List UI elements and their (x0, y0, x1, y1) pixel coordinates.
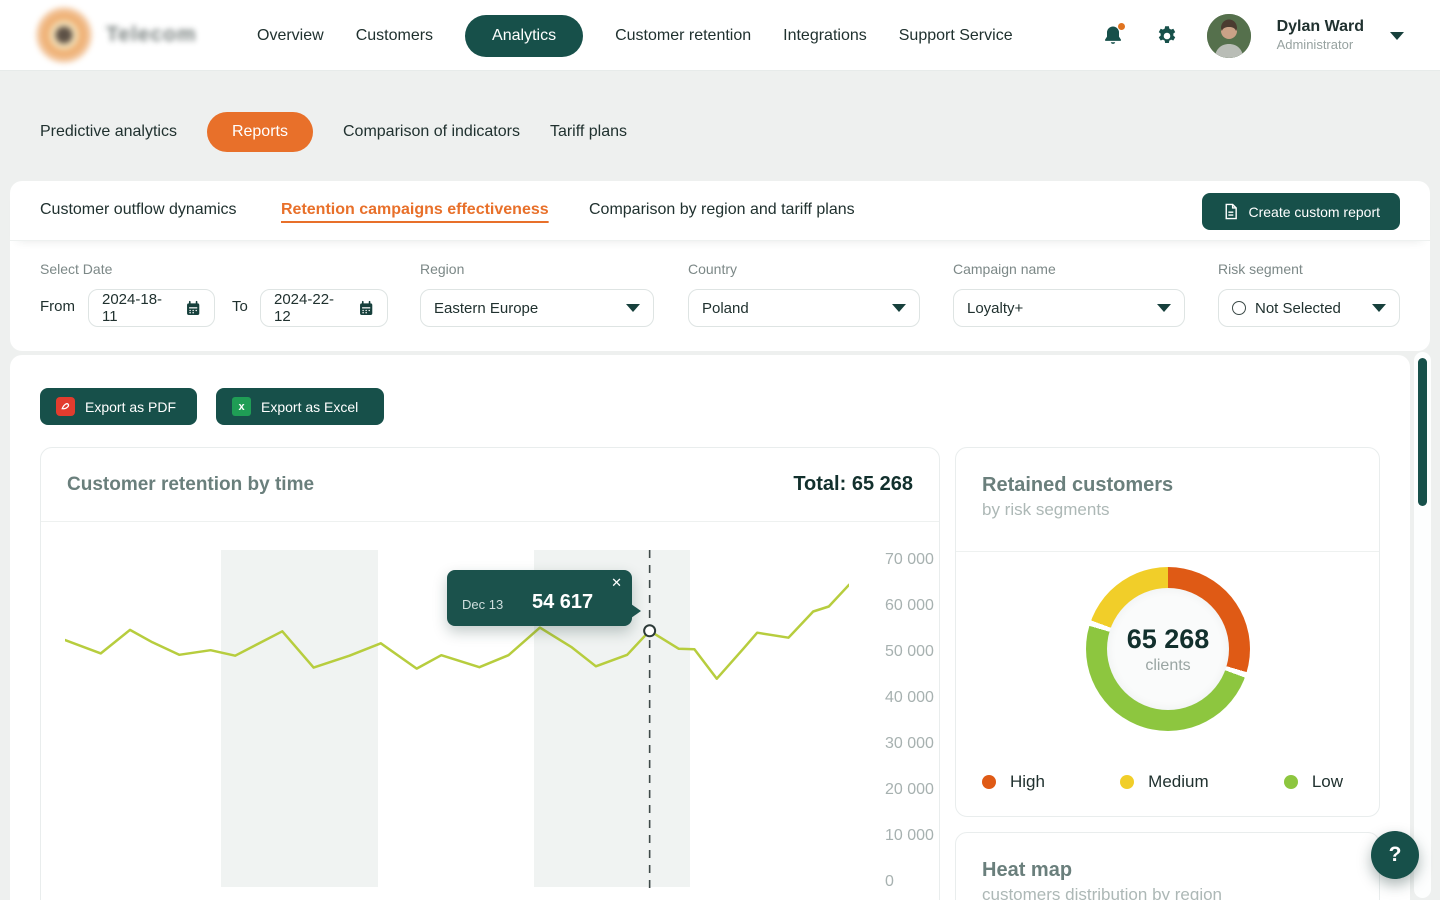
chevron-down-icon (1157, 304, 1171, 312)
donut-center-value: 65 268 (1127, 624, 1210, 655)
page-scrollbar-track[interactable] (1414, 352, 1431, 898)
nav-integrations[interactable]: Integrations (783, 27, 867, 45)
heat-map-subtitle: customers distribution by region (982, 885, 1222, 900)
y-axis-tick: 60 000 (885, 597, 955, 615)
report-content: Export as PDF x Export as Excel Customer… (10, 355, 1410, 900)
tab-reports[interactable]: Reports (207, 112, 313, 152)
document-icon (1222, 203, 1239, 220)
heat-map-card: Heat map customers distribution by regio… (955, 832, 1380, 900)
donut-subtitle: by risk segments (982, 500, 1110, 520)
user-role: Administrator (1277, 37, 1364, 53)
tooltip-value: 54 617 (532, 591, 593, 614)
medium-risk-dot-icon (1120, 775, 1134, 789)
user-avatar[interactable] (1207, 14, 1251, 58)
heat-map-title: Heat map (982, 859, 1072, 882)
tab-tariff-plans[interactable]: Tariff plans (550, 112, 627, 152)
from-label: From (40, 298, 75, 315)
subtab-comparison-by-region[interactable]: Comparison by region and tariff plans (589, 201, 855, 219)
chart-header: Customer retention by time Total: 65 268 (41, 448, 939, 522)
low-risk-dot-icon (1284, 775, 1298, 789)
y-axis-tick: 40 000 (885, 689, 955, 707)
date-from-input[interactable]: 2024-18-11 (88, 289, 215, 327)
tab-predictive-analytics[interactable]: Predictive analytics (40, 112, 177, 152)
report-section: Customer outflow dynamics Retention camp… (10, 181, 1430, 351)
chart-total: Total: 65 268 (793, 473, 913, 496)
y-axis-tick: 0 (885, 873, 955, 891)
legend-item-medium[interactable]: Medium (1120, 772, 1208, 792)
main-nav: Overview Customers Analytics Customer re… (257, 0, 1013, 71)
top-navigation-bar: Telecom Overview Customers Analytics Cus… (0, 0, 1440, 71)
excel-file-icon: x (232, 397, 251, 416)
nav-analytics[interactable]: Analytics (465, 15, 583, 57)
chevron-down-icon (892, 304, 906, 312)
region-select[interactable]: Eastern Europe (420, 289, 654, 327)
filters-bar: Select Date From 2024-18-11 To 2024-22-1… (10, 241, 1430, 351)
country-select[interactable]: Poland (688, 289, 920, 327)
subtab-customer-outflow-dynamics[interactable]: Customer outflow dynamics (40, 201, 237, 219)
risk-segment-select[interactable]: Not Selected (1218, 289, 1400, 327)
tab-comparison-of-indicators[interactable]: Comparison of indicators (343, 112, 520, 152)
retention-chart-card: Customer retention by time Total: 65 268… (40, 447, 940, 900)
help-button[interactable]: ? (1371, 831, 1419, 879)
calendar-icon (185, 300, 201, 317)
nav-support-service[interactable]: Support Service (899, 27, 1013, 45)
chart-tooltip: Dec 13 54 617 ✕ (447, 570, 632, 626)
date-to-input[interactable]: 2024-22-12 (260, 289, 388, 327)
settings-gear-icon[interactable] (1153, 22, 1181, 50)
chevron-down-icon (1372, 304, 1386, 312)
to-label: To (232, 298, 248, 315)
calendar-icon (358, 300, 374, 317)
risk-segments-donut-chart[interactable]: 65 268 clients (1086, 567, 1250, 731)
export-pdf-button[interactable]: Export as PDF (40, 388, 197, 425)
brand-name: Telecom (106, 23, 197, 47)
page-scrollbar-thumb[interactable] (1418, 358, 1427, 506)
header-actions: Dylan Ward Administrator (1099, 0, 1404, 71)
nav-customers[interactable]: Customers (356, 27, 433, 45)
legend-item-high[interactable]: High (982, 772, 1045, 792)
chart-title: Customer retention by time (67, 474, 314, 496)
region-label: Region (420, 261, 464, 277)
donut-legend: High Medium Low (956, 772, 1379, 792)
line-chart-plot[interactable]: 70 000 60 000 50 000 40 000 30 000 20 00… (65, 550, 849, 900)
campaign-name-label: Campaign name (953, 261, 1056, 277)
notifications-bell-icon[interactable] (1099, 22, 1127, 50)
tooltip-close-icon[interactable]: ✕ (611, 576, 622, 589)
radio-circle-icon (1232, 301, 1246, 315)
report-subtabs: Customer outflow dynamics Retention camp… (10, 181, 1430, 241)
high-risk-dot-icon (982, 775, 996, 789)
legend-item-low[interactable]: Low (1284, 772, 1343, 792)
retained-customers-card: Retained customers by risk segments 65 2… (955, 447, 1380, 817)
brand-logo[interactable]: Telecom (36, 7, 197, 63)
campaign-select[interactable]: Loyalty+ (953, 289, 1185, 327)
select-date-label: Select Date (40, 261, 112, 277)
subtab-retention-campaigns-effectiveness[interactable]: Retention campaigns effectiveness (281, 201, 549, 219)
user-name: Dylan Ward (1277, 17, 1364, 37)
brand-logo-icon (36, 7, 92, 63)
export-excel-button[interactable]: x Export as Excel (216, 388, 384, 425)
nav-overview[interactable]: Overview (257, 27, 324, 45)
nav-customer-retention[interactable]: Customer retention (615, 27, 751, 45)
y-axis-tick: 50 000 (885, 643, 955, 661)
donut-center: 65 268 clients (1107, 588, 1229, 710)
chevron-down-icon (626, 304, 640, 312)
donut-center-label: clients (1145, 657, 1190, 675)
create-custom-report-button[interactable]: Create custom report (1202, 193, 1401, 230)
donut-title: Retained customers (982, 474, 1173, 497)
donut-header: Retained customers by risk segments (956, 448, 1379, 552)
risk-segment-label: Risk segment (1218, 261, 1303, 277)
notification-dot (1117, 22, 1126, 31)
y-axis-tick: 30 000 (885, 735, 955, 753)
analytics-tabs: Predictive analytics Reports Comparison … (40, 112, 627, 152)
selected-point-marker[interactable] (644, 625, 655, 636)
y-axis-tick: 70 000 (885, 551, 955, 569)
country-label: Country (688, 261, 737, 277)
chevron-down-icon[interactable] (1390, 32, 1404, 40)
pdf-file-icon (56, 397, 75, 416)
user-menu[interactable]: Dylan Ward Administrator (1277, 17, 1364, 53)
y-axis-tick: 10 000 (885, 827, 955, 845)
tooltip-date: Dec 13 (462, 597, 503, 612)
y-axis-tick: 20 000 (885, 781, 955, 799)
